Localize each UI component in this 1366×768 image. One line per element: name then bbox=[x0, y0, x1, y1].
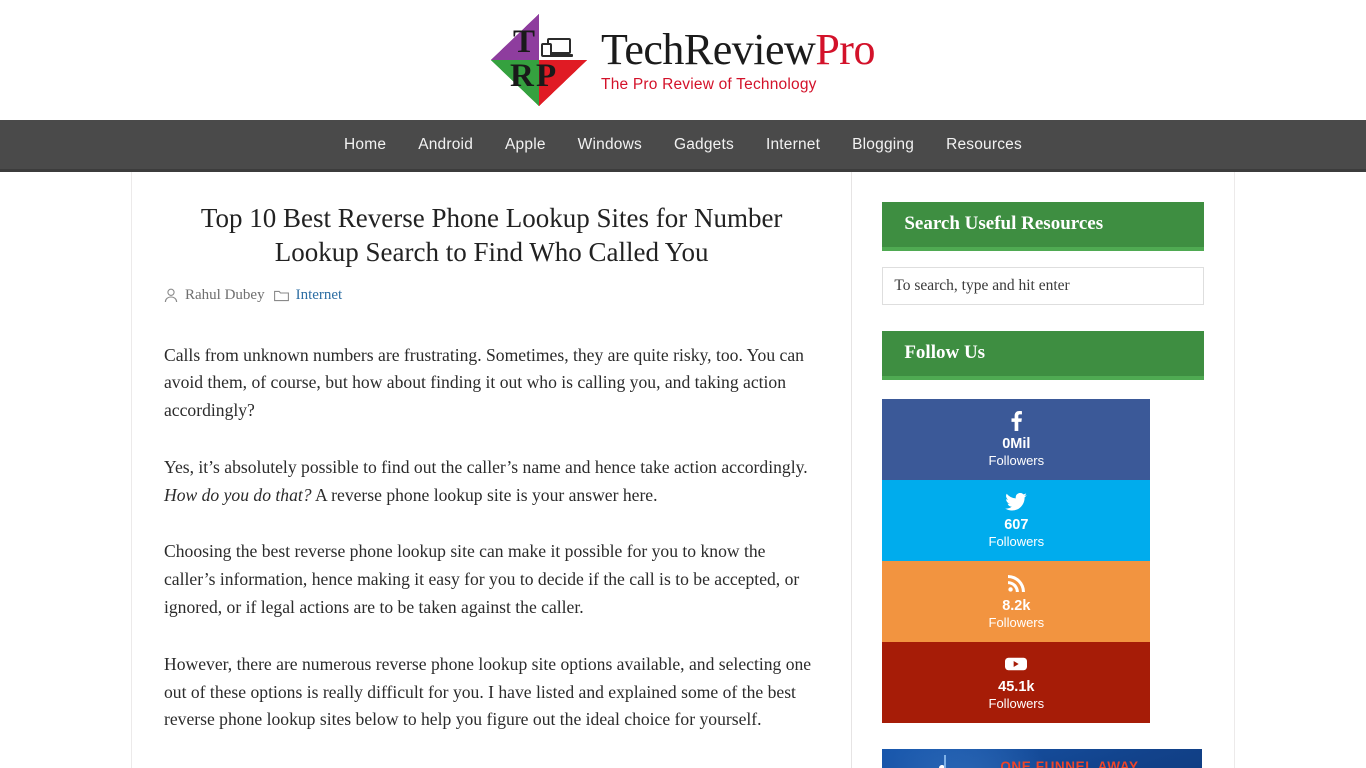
laptop-icon bbox=[541, 38, 574, 60]
folder-icon bbox=[273, 289, 289, 302]
page-title: Top 10 Best Reverse Phone Lookup Sites f… bbox=[200, 203, 783, 267]
widget-advertisement: ONE FUNNEL AWAY CHALLENGE bbox=[882, 749, 1204, 768]
nav-item-gadgets[interactable]: Gadgets bbox=[658, 136, 750, 154]
logo-tagline: The Pro Review of Technology bbox=[601, 75, 817, 93]
ad-headline-1: ONE FUNNEL AWAY bbox=[1000, 759, 1139, 768]
youtube-icon bbox=[882, 653, 1150, 675]
facebook-icon bbox=[882, 410, 1150, 432]
logo-title-pro: Pro bbox=[815, 24, 875, 74]
youtube-follower-count: 45.1k bbox=[998, 679, 1035, 695]
article-body: Calls from unknown numbers are frustrati… bbox=[164, 342, 819, 735]
entry-meta: Rahul Dubey Internet bbox=[164, 287, 819, 304]
social-item-twitter[interactable]: 607 Followers bbox=[882, 480, 1151, 561]
paragraph-1: Calls from unknown numbers are frustrati… bbox=[164, 344, 804, 421]
main-navigation: Home Android Apple Windows Gadgets Inter… bbox=[0, 120, 1366, 172]
user-icon bbox=[164, 288, 178, 303]
nav-link-gadgets[interactable]: Gadgets bbox=[658, 136, 750, 154]
ad-figure-illustration bbox=[914, 755, 976, 768]
logo-diamond-icon: T R P bbox=[491, 14, 588, 106]
category-link[interactable]: Internet bbox=[296, 287, 343, 304]
paragraph-4: However, there are numerous reverse phon… bbox=[164, 653, 812, 730]
nav-item-android[interactable]: Android bbox=[402, 136, 489, 154]
twitter-follower-label: Followers bbox=[988, 534, 1045, 549]
nav-link-home[interactable]: Home bbox=[328, 136, 402, 154]
paragraph-2-emphasis: How do you do that? bbox=[164, 484, 312, 505]
facebook-follower-count: 0Mil bbox=[1002, 436, 1031, 452]
rss-follower-label: Followers bbox=[988, 615, 1045, 630]
ad-banner-one-funnel-away[interactable]: ONE FUNNEL AWAY CHALLENGE bbox=[882, 749, 1203, 768]
page-container: Top 10 Best Reverse Phone Lookup Sites f… bbox=[131, 172, 1235, 768]
widget-title-search: Search Useful Resources bbox=[882, 202, 1204, 251]
logo-diamond-top-half bbox=[491, 14, 588, 60]
widget-follow-us: Follow Us 0Mil Followers 607 Followers 8… bbox=[882, 331, 1204, 723]
rss-icon bbox=[882, 572, 1150, 594]
nav-item-internet[interactable]: Internet bbox=[750, 136, 836, 154]
logo-letter-t: T bbox=[513, 24, 536, 60]
rss-follower-count: 8.2k bbox=[1002, 598, 1031, 614]
social-item-facebook[interactable]: 0Mil Followers bbox=[882, 399, 1151, 480]
site-logo[interactable]: T R P TechReviewPro The Pro Review of Te… bbox=[491, 14, 875, 106]
logo-letter-p: P bbox=[536, 58, 557, 94]
social-item-rss[interactable]: 8.2k Followers bbox=[882, 561, 1151, 642]
paragraph-2-part-b: A reverse phone lookup site is your answ… bbox=[311, 484, 658, 505]
logo-title: TechReviewPro bbox=[601, 24, 875, 74]
search-input[interactable] bbox=[882, 267, 1204, 305]
nav-link-resources[interactable]: Resources bbox=[930, 136, 1038, 154]
social-item-youtube[interactable]: 45.1k Followers bbox=[882, 642, 1151, 723]
facebook-follower-label: Followers bbox=[988, 453, 1045, 468]
social-follower-list: 0Mil Followers 607 Followers 8.2k Follow… bbox=[882, 399, 1151, 723]
nav-link-android[interactable]: Android bbox=[402, 136, 489, 154]
nav-item-home[interactable]: Home bbox=[328, 136, 402, 154]
twitter-icon bbox=[882, 491, 1150, 513]
nav-link-blogging[interactable]: Blogging bbox=[836, 136, 930, 154]
logo-letter-r: R bbox=[510, 58, 534, 94]
paragraph-2: Yes, it’s absolutely possible to find ou… bbox=[164, 454, 819, 510]
nav-link-apple[interactable]: Apple bbox=[489, 136, 562, 154]
widget-title-follow-us: Follow Us bbox=[882, 331, 1204, 380]
nav-item-resources[interactable]: Resources bbox=[930, 136, 1038, 154]
nav-item-windows[interactable]: Windows bbox=[562, 136, 658, 154]
site-header: T R P TechReviewPro The Pro Review of Te… bbox=[0, 0, 1366, 120]
author-name: Rahul Dubey bbox=[185, 286, 265, 303]
nav-item-blogging[interactable]: Blogging bbox=[836, 136, 930, 154]
nav-item-apple[interactable]: Apple bbox=[489, 136, 562, 154]
paragraph-2-part-a: Yes, it’s absolutely possible to find ou… bbox=[164, 456, 808, 477]
article-column: Top 10 Best Reverse Phone Lookup Sites f… bbox=[132, 172, 853, 768]
nav-link-internet[interactable]: Internet bbox=[750, 136, 836, 154]
twitter-follower-count: 607 bbox=[1004, 517, 1029, 533]
widget-search: Search Useful Resources bbox=[882, 202, 1204, 305]
youtube-follower-label: Followers bbox=[988, 696, 1045, 711]
sidebar: Search Useful Resources Follow Us 0Mil F… bbox=[852, 172, 1234, 768]
nav-link-windows[interactable]: Windows bbox=[562, 136, 658, 154]
nav-list: Home Android Apple Windows Gadgets Inter… bbox=[328, 136, 1038, 154]
logo-title-tech: TechReview bbox=[601, 24, 816, 74]
category-meta: Internet bbox=[273, 287, 343, 304]
author-meta: Rahul Dubey bbox=[164, 287, 265, 304]
paragraph-3: Choosing the best reverse phone lookup s… bbox=[164, 541, 800, 618]
